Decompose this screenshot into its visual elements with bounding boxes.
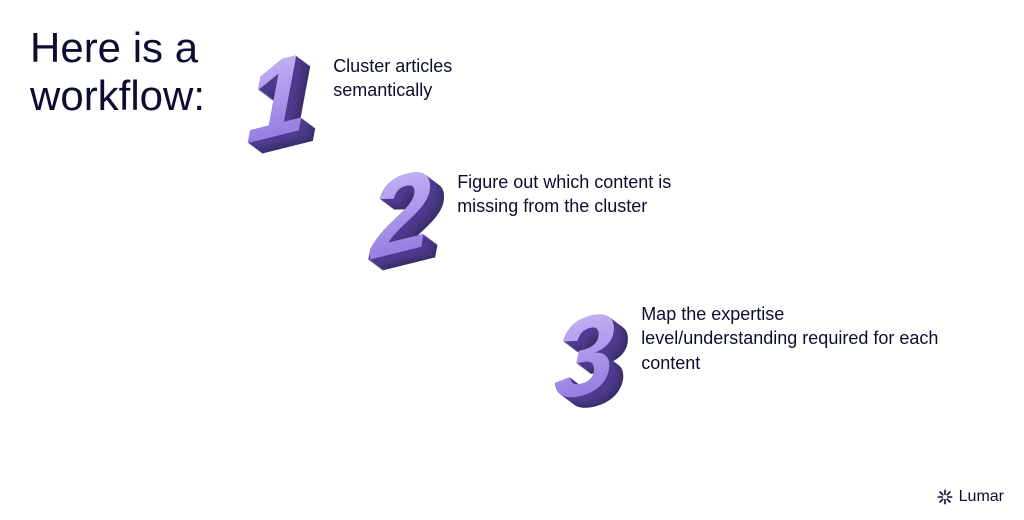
- slide: Here is a workflow: 1 1 Cluster articles…: [0, 0, 1024, 520]
- workflow-step-2: 2 2 Figure out which content is missing …: [370, 160, 687, 270]
- step-caption-3: Map the expertise level/understanding re…: [641, 302, 941, 375]
- brand-name: Lumar: [959, 488, 1004, 506]
- step-caption-1: Cluster articles semantically: [333, 54, 523, 103]
- step-number-2: 2 2: [370, 160, 431, 270]
- brand-footer: Lumar: [937, 488, 1004, 506]
- step-caption-2: Figure out which content is missing from…: [457, 170, 687, 219]
- workflow-step-1: 1 1 Cluster articles semantically: [246, 44, 523, 154]
- brand-mark-icon: [937, 489, 953, 505]
- workflow-step-3: 3 3 Map the expertise level/understandin…: [554, 302, 941, 412]
- step-number-3: 3 3: [554, 302, 615, 412]
- step-number-1: 1 1: [246, 44, 307, 154]
